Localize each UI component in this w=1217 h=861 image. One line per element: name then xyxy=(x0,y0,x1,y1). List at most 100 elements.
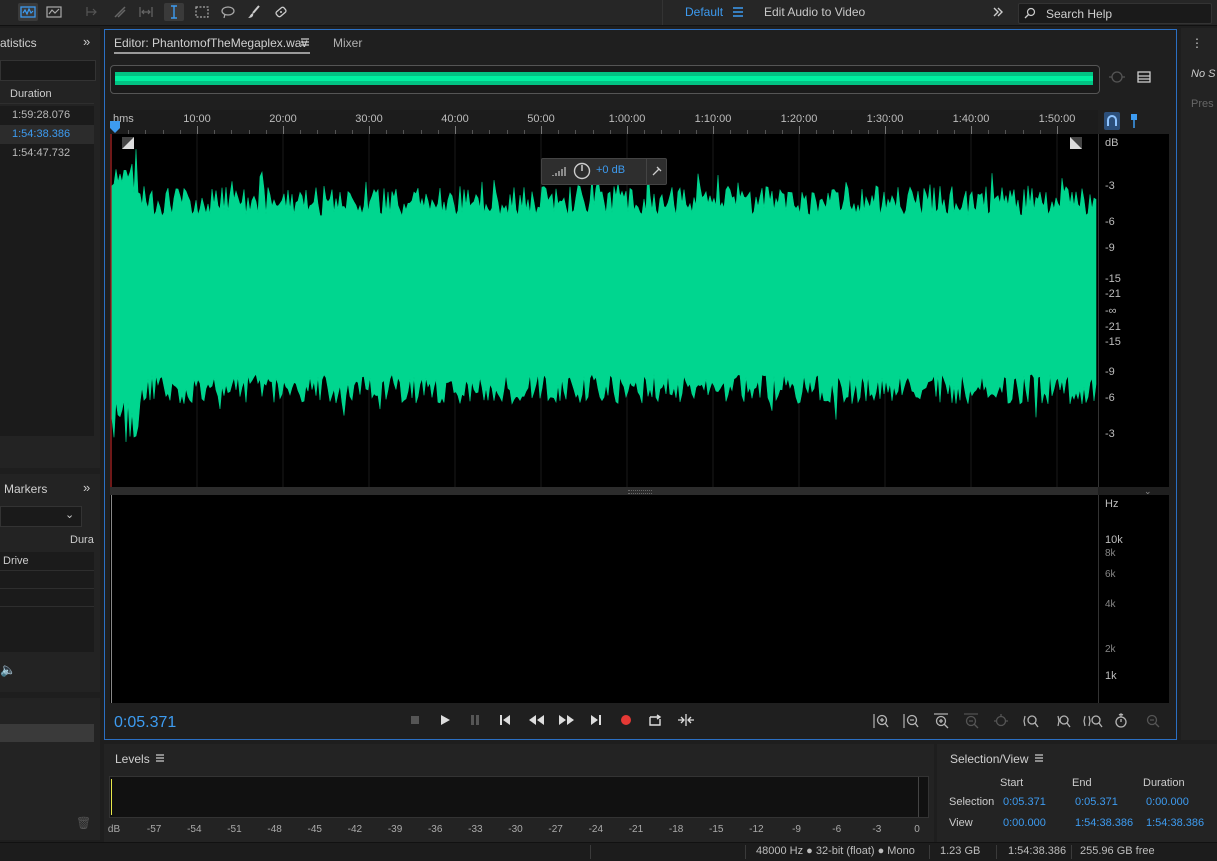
skip-selection-button[interactable] xyxy=(676,712,696,728)
fade-in-handle-icon[interactable] xyxy=(122,137,134,149)
spot-healing-tool-icon[interactable] xyxy=(271,3,291,21)
hz-scale: Hz 10k 8k 6k 4k 2k 1k xyxy=(1098,495,1169,703)
spectral-divider[interactable] xyxy=(110,487,1098,495)
zoom-selection-icon[interactable] xyxy=(1108,68,1126,86)
spectral-display[interactable] xyxy=(110,495,1098,703)
rewind-button[interactable] xyxy=(526,712,548,728)
skip-to-start-button[interactable] xyxy=(496,712,514,728)
fade-out-handle-icon[interactable] xyxy=(1070,137,1082,149)
waveform-graphic xyxy=(110,134,1097,487)
razor-tool-icon[interactable] xyxy=(110,3,130,21)
record-button[interactable] xyxy=(617,712,635,728)
view-duration-value[interactable]: 1:54:38.386 xyxy=(1146,817,1204,829)
zoom-in-amplitude-icon[interactable] xyxy=(870,712,892,729)
marker-pin-icon[interactable] xyxy=(1126,112,1142,130)
search-help-input[interactable]: Search Help xyxy=(1018,3,1212,24)
zoom-out-time-icon[interactable] xyxy=(960,712,982,729)
workspace-default[interactable]: Default xyxy=(685,5,723,19)
ruler-tick-label: 50:00 xyxy=(527,113,555,125)
loop-playback-button[interactable] xyxy=(646,712,664,728)
trash-icon[interactable]: 🗑 xyxy=(76,816,91,830)
waveform-display[interactable] xyxy=(110,134,1098,487)
zoom-out-amplitude-icon[interactable] xyxy=(900,712,922,729)
zoom-in-time-icon[interactable] xyxy=(930,712,952,729)
levels-scale-label: 0 xyxy=(914,824,920,835)
current-time-display[interactable]: 0:05.371 xyxy=(114,714,176,732)
zoom-out-full-icon[interactable] xyxy=(1080,712,1106,729)
levels-title[interactable]: Levels xyxy=(115,752,150,766)
overview-waveform[interactable] xyxy=(110,65,1100,94)
ruler-tick-label: 1:30:00 xyxy=(866,113,904,125)
list-item-selected[interactable] xyxy=(0,724,94,742)
time-selection-tool-icon[interactable] xyxy=(164,3,184,21)
markers-list-item[interactable]: Drive xyxy=(3,555,29,567)
selection-end-value[interactable]: 0:05.371 xyxy=(1075,796,1118,808)
zoom-in-at-end-icon[interactable] xyxy=(1052,712,1074,729)
files-list: 1:59:28.076 1:54:38.386 1:54:47.732 xyxy=(0,106,94,436)
slip-tool-icon[interactable] xyxy=(136,3,156,21)
volume-hud[interactable]: +0 dB xyxy=(541,158,667,185)
workspace-edit-audio-to-video[interactable]: Edit Audio to Video xyxy=(764,5,865,19)
workspace-menu-icon[interactable] xyxy=(728,3,748,21)
status-bar: 48000 Hz ● 32-bit (float) ● Mono 1.23 GB… xyxy=(0,842,1217,861)
editor-tab[interactable]: Editor: PhantomofTheMegaplex.wav xyxy=(114,36,307,50)
levels-scale-label: -21 xyxy=(628,824,644,835)
list-item[interactable]: 1:59:28.076 xyxy=(0,106,94,125)
selection-view-menu-icon[interactable] xyxy=(1033,752,1045,767)
skip-to-end-button[interactable] xyxy=(587,712,605,728)
hz-scale-label: 4k xyxy=(1105,599,1116,610)
zoom-in-at-start-icon[interactable] xyxy=(1020,712,1042,729)
stop-button[interactable] xyxy=(406,712,424,728)
view-start-value[interactable]: 0:00.000 xyxy=(1003,817,1046,829)
brush-tool-icon[interactable] xyxy=(244,3,264,21)
pin-icon[interactable] xyxy=(652,166,662,176)
speaker-icon[interactable]: 🔈 xyxy=(0,662,16,678)
list-item-selected[interactable]: 1:54:38.386 xyxy=(0,125,94,144)
panel-overflow-icon[interactable]: » xyxy=(83,34,90,49)
view-end-value[interactable]: 1:54:38.386 xyxy=(1075,817,1133,829)
mixer-tab[interactable]: Mixer xyxy=(333,36,362,50)
zoom-reset-icon[interactable] xyxy=(1110,712,1132,729)
selection-start-value[interactable]: 0:05.371 xyxy=(1003,796,1046,808)
panel-menu-icon[interactable]: ⋮ xyxy=(1191,36,1203,50)
pause-button[interactable] xyxy=(466,712,484,728)
time-ruler[interactable]: hms 10:00 20:00 30:00 40:00 50:00 1:00:00 1:10… xyxy=(110,110,1098,134)
gain-value[interactable]: +0 dB xyxy=(596,164,625,176)
editor-tab-menu-icon[interactable] xyxy=(299,36,311,51)
zoom-to-selection-icon[interactable] xyxy=(990,712,1012,729)
levels-scale-label: -36 xyxy=(427,824,443,835)
files-filter-input[interactable] xyxy=(0,60,96,81)
move-tool-icon[interactable] xyxy=(82,3,102,21)
marquee-tool-icon[interactable] xyxy=(192,3,212,21)
spectral-view-icon[interactable] xyxy=(44,3,64,21)
gain-knob-icon[interactable] xyxy=(573,162,591,180)
waveform-view-icon[interactable] xyxy=(18,3,38,21)
list-item[interactable]: 1:54:47.732 xyxy=(0,144,94,163)
levels-menu-icon[interactable] xyxy=(154,752,166,767)
ruler-tick-mark xyxy=(369,126,370,134)
snap-magnet-icon[interactable] xyxy=(1104,112,1120,130)
markers-dropdown[interactable]: ⌄ xyxy=(0,506,82,527)
playhead-marker[interactable] xyxy=(110,121,120,133)
zoom-out-amplitude-disabled-icon[interactable] xyxy=(1142,712,1164,729)
markers-duration-header[interactable]: Dura xyxy=(70,534,94,546)
markers-overflow-icon[interactable]: » xyxy=(83,480,90,495)
lasso-tool-icon[interactable] xyxy=(218,3,238,21)
levels-meter xyxy=(109,776,929,818)
levels-scale-label: -54 xyxy=(187,824,202,835)
db-scale-label: -3 xyxy=(1105,180,1115,192)
duration-column-header[interactable]: Duration xyxy=(10,88,52,100)
db-scale-label: -∞ xyxy=(1105,305,1117,317)
overview-menu-icon[interactable] xyxy=(1136,69,1152,85)
play-button[interactable] xyxy=(436,712,454,728)
ruler-tick-mark xyxy=(799,126,800,134)
selection-duration-value[interactable]: 0:00.000 xyxy=(1146,796,1189,808)
markers-panel: Markers » ⌄ Dura Drive 🔈 xyxy=(0,474,100,692)
selection-row-label: Selection xyxy=(949,796,995,808)
selection-view-title[interactable]: Selection/View xyxy=(950,752,1029,766)
markers-panel-title[interactable]: Markers xyxy=(4,482,47,496)
ruler-tick-mark xyxy=(713,126,714,134)
levels-scale-label: -33 xyxy=(468,824,483,835)
more-workspaces-icon[interactable] xyxy=(988,3,1008,21)
fast-forward-button[interactable] xyxy=(555,712,577,728)
